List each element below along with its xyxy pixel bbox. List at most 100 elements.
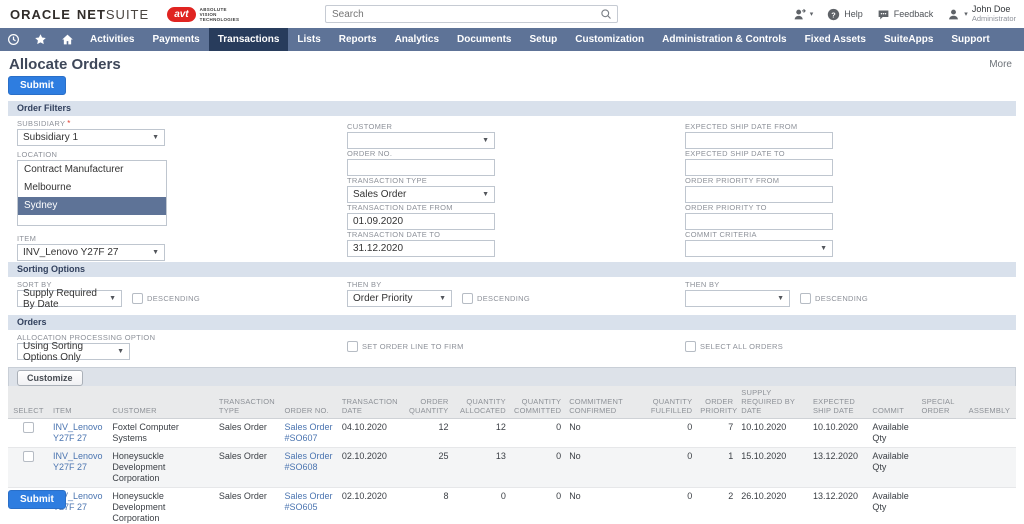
cell-order-priority: 1 [696, 448, 737, 488]
then-by-1-select[interactable]: Order Priority▼ [347, 290, 452, 307]
commit-criteria-select[interactable]: ▼ [685, 240, 833, 257]
more-link[interactable]: More [989, 59, 1012, 70]
cell-expected-ship-date: 10.10.2020 [809, 419, 868, 448]
recent-records-icon[interactable] [0, 28, 27, 51]
cell-order-quantity: 12 [403, 419, 452, 448]
transaction-date-from-input[interactable]: 01.09.2020 [347, 213, 495, 230]
sort-by-select[interactable]: Supply Required By Date▼ [17, 290, 122, 307]
order-priority-from-label: ORDER PRIORITY FROM [685, 176, 835, 186]
transaction-type-select[interactable]: Sales Order▼ [347, 186, 495, 203]
nav-item-administration-controls[interactable]: Administration & Controls [653, 28, 795, 51]
select-all-orders-checkbox[interactable] [685, 341, 696, 352]
expected-ship-date-to-input[interactable] [685, 159, 833, 176]
column-header-item: ITEM [49, 386, 108, 419]
cell-item: INV_Lenovo Y27F 27 [49, 448, 108, 488]
allocation-processing-option-select[interactable]: Using Sorting Options Only▼ [17, 343, 130, 360]
set-order-line-to-firm-checkbox[interactable] [347, 341, 358, 352]
roles-menu[interactable]: ▾ [793, 8, 814, 21]
table-row: INV_Lenovo Y27F 27Honeysuckle Developmen… [8, 448, 1016, 488]
order-no-field: ORDER NO. [347, 149, 497, 176]
nav-item-suiteapps[interactable]: SuiteApps [875, 28, 942, 51]
search-input[interactable] [326, 9, 600, 20]
nav-item-analytics[interactable]: Analytics [386, 28, 448, 51]
feedback-button[interactable]: Feedback [877, 8, 934, 21]
subsidiary-value: Subsidiary 1 [23, 132, 78, 143]
transaction-type-value: Sales Order [353, 189, 406, 200]
help-button[interactable]: ? Help [827, 8, 863, 21]
customer-select[interactable]: ▼ [347, 132, 495, 149]
nav-item-customization[interactable]: Customization [566, 28, 653, 51]
order-priority-from-input[interactable] [685, 186, 833, 203]
customize-button[interactable]: Customize [17, 370, 83, 386]
chevron-down-icon: ▼ [482, 137, 489, 144]
then-by-2-descending: DESCENDING [800, 293, 868, 304]
order-no-link[interactable]: Sales Order #SO607 [284, 422, 332, 443]
cell-customer: Foxtel Computer Systems [108, 419, 215, 448]
cell-special-order [918, 448, 965, 488]
item-link[interactable]: INV_Lenovo Y27F 27 [53, 451, 103, 472]
required-asterisk: * [67, 119, 70, 128]
nav-item-fixed-assets[interactable]: Fixed Assets [796, 28, 875, 51]
cell-assembly [965, 488, 1016, 524]
descending-checkbox[interactable] [132, 293, 143, 304]
cell-quantity-fulfilled: 0 [631, 419, 697, 448]
table-row: INV_Lenovo Y27F 27Foxtel Computer System… [8, 419, 1016, 448]
nav-item-lists[interactable]: Lists [288, 28, 329, 51]
transaction-date-to-input[interactable]: 31.12.2020 [347, 240, 495, 257]
location-option-melbourne[interactable]: Melbourne [18, 179, 166, 197]
subsidiary-select[interactable]: Subsidiary 1 ▼ [17, 129, 165, 146]
submit-button-top[interactable]: Submit [8, 76, 66, 95]
cell-transaction-date: 04.10.2020 [338, 419, 404, 448]
nav-item-payments[interactable]: Payments [143, 28, 208, 51]
nav-item-activities[interactable]: Activities [81, 28, 143, 51]
then-by-2-select[interactable]: ▼ [685, 290, 790, 307]
cell-assembly [965, 448, 1016, 488]
location-option-contract-manufacturer[interactable]: Contract Manufacturer [18, 161, 166, 179]
shortcuts-star-icon[interactable] [27, 28, 54, 51]
row-select-checkbox[interactable] [23, 422, 34, 433]
chevron-down-icon: ▼ [117, 348, 124, 355]
cell-supply-required-by-date: 26.10.2020 [737, 488, 809, 524]
item-select[interactable]: INV_Lenovo Y27F 27▼ [17, 244, 165, 261]
netsuite-logo: ORACLENETSUITE [10, 7, 149, 22]
order-no-link[interactable]: Sales Order #SO605 [284, 491, 332, 512]
descending-checkbox[interactable] [462, 293, 473, 304]
column-header-supply-required-by-date: SUPPLY REQUIRED BY DATE [737, 386, 809, 419]
location-field: LOCATION Contract ManufacturerMelbourneS… [17, 150, 167, 226]
customer-field: CUSTOMER ▼ [347, 122, 497, 149]
user-role: Administrator [972, 14, 1016, 24]
cell-transaction-type: Sales Order [215, 448, 281, 488]
cell-transaction-date: 02.10.2020 [338, 448, 404, 488]
location-label: LOCATION [17, 150, 167, 160]
then-by-1-descending: DESCENDING [462, 293, 530, 304]
nav-item-support[interactable]: Support [942, 28, 998, 51]
column-header-select: SELECT [8, 386, 49, 419]
orders-table: SELECTITEMCUSTOMERTRANSACTION TYPEORDER … [8, 386, 1016, 524]
cell-order-quantity: 8 [403, 488, 452, 524]
expected-ship-date-to-label: EXPECTED SHIP DATE TO [685, 149, 835, 159]
sort-by-descending: DESCENDING [132, 293, 200, 304]
nav-item-reports[interactable]: Reports [330, 28, 386, 51]
order-no-input[interactable] [347, 159, 495, 176]
table-toolbar: Customize [8, 367, 1016, 386]
row-select-checkbox[interactable] [23, 451, 34, 462]
search-icon[interactable] [600, 8, 612, 20]
nav-item-transactions[interactable]: Transactions [209, 28, 289, 51]
expected-ship-date-from-input[interactable] [685, 132, 833, 149]
nav-item-setup[interactable]: Setup [520, 28, 566, 51]
svg-text:?: ? [832, 10, 837, 19]
submit-button-bottom[interactable]: Submit [8, 490, 66, 509]
column-header-assembly: ASSEMBLY [965, 386, 1016, 419]
descending-checkbox[interactable] [800, 293, 811, 304]
user-menu[interactable]: ▾ John Doe Administrator [947, 4, 1016, 24]
order-priority-to-input[interactable] [685, 213, 833, 230]
order-no-link[interactable]: Sales Order #SO608 [284, 451, 332, 472]
partner-logo: avt ABSOLUTE VISION TECHNOLOGIES [167, 7, 239, 22]
home-icon[interactable] [54, 28, 81, 51]
commit-criteria-field: COMMIT CRITERIA ▼ [685, 230, 835, 257]
nav-item-documents[interactable]: Documents [448, 28, 520, 51]
location-option-sydney[interactable]: Sydney [18, 197, 166, 215]
chevron-down-icon: ▼ [152, 134, 159, 141]
item-link[interactable]: INV_Lenovo Y27F 27 [53, 422, 103, 443]
table-header-row: SELECTITEMCUSTOMERTRANSACTION TYPEORDER … [8, 386, 1016, 419]
